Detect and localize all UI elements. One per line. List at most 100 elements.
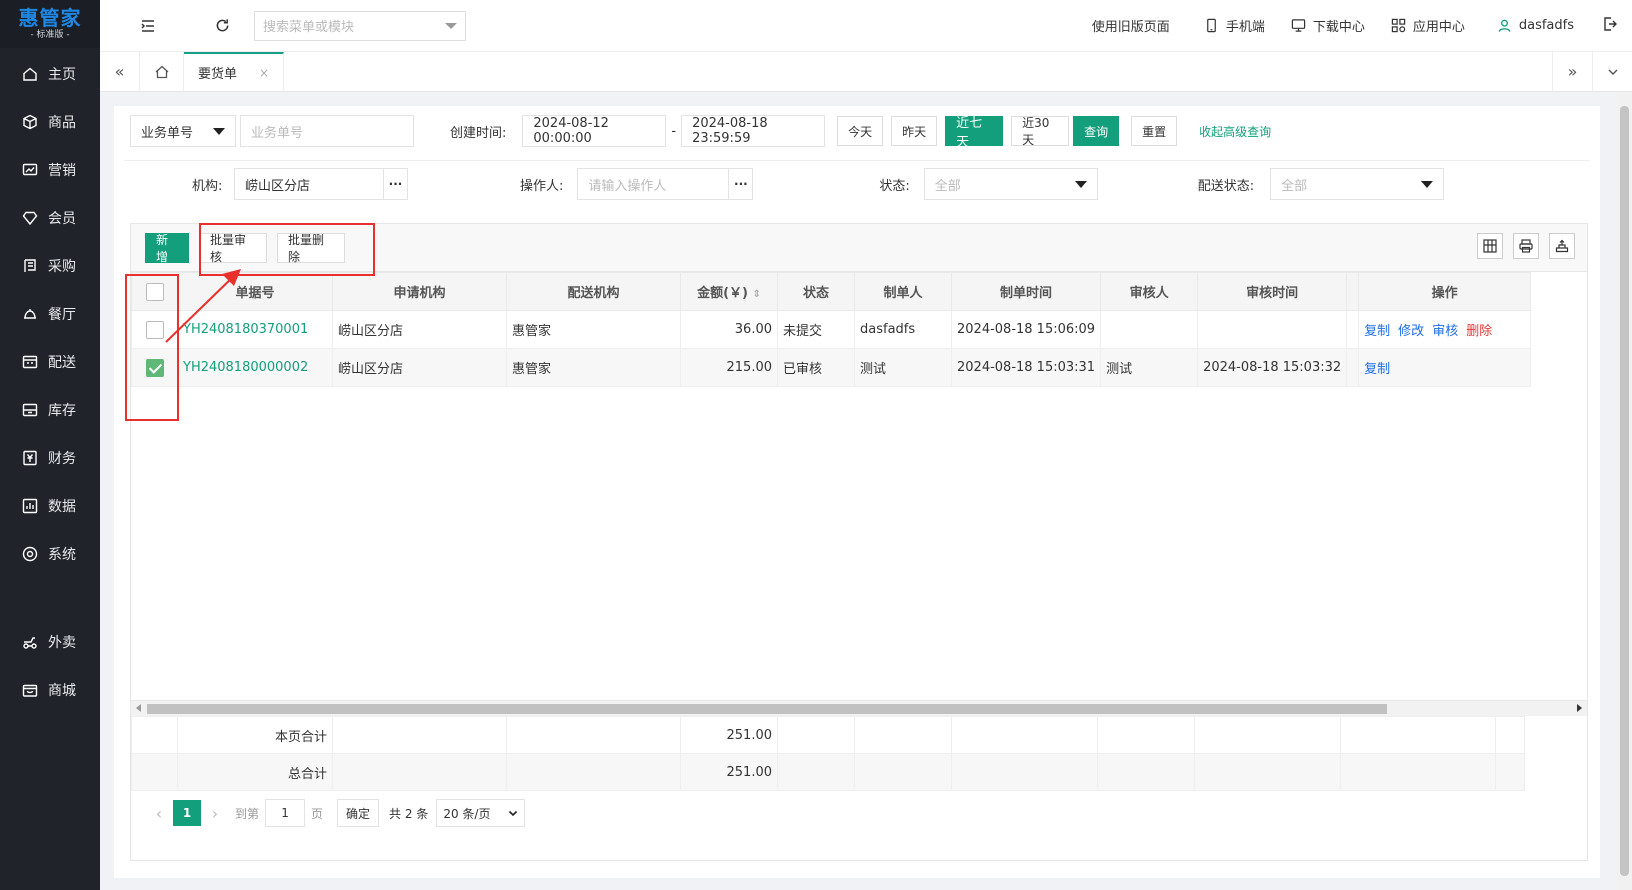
col-approved-time[interactable]: 审核时间 (1197, 272, 1348, 311)
current-page[interactable]: 1 (173, 800, 201, 826)
chevron-down-icon (1074, 180, 1087, 188)
col-apply-org[interactable]: 申请机构 (332, 272, 507, 311)
sidebar-item-member[interactable]: 会员 (0, 194, 100, 242)
tab-scroll-left-icon[interactable]: « (100, 52, 140, 91)
delivery-org-cell: 惠管家 (506, 310, 681, 349)
last-30-days-button[interactable]: 近30天 (1011, 116, 1070, 147)
creator-cell: dasfadfs (854, 310, 952, 349)
sidebar-item-delivery[interactable]: 配送 (0, 338, 100, 386)
delete-link[interactable]: 删除 (1466, 324, 1492, 339)
download-center-link[interactable]: 下载中心 (1291, 16, 1365, 35)
sidebar-item-takeout[interactable]: 外卖 (0, 618, 100, 666)
prev-page-icon[interactable]: ‹ (145, 804, 173, 823)
summary-table: 本页合计 251.00 总合计 251.00 (131, 716, 1525, 791)
today-button[interactable]: 今天 (837, 116, 884, 146)
page-vertical-scrollbar[interactable] (1617, 92, 1632, 890)
org-input[interactable]: 崂山区分店 (234, 168, 384, 200)
close-icon[interactable]: × (259, 66, 269, 80)
sidebar-item-restaurant[interactable]: 餐厅 (0, 290, 100, 338)
org-picker-button[interactable]: ··· (384, 168, 408, 200)
home-icon (155, 65, 168, 78)
sidebar-item-marketing[interactable]: 营销 (0, 146, 100, 194)
sidebar-item-label: 餐厅 (48, 307, 76, 323)
sidebar-item-mall[interactable]: 商城 (0, 666, 100, 714)
doc-number-input[interactable]: 业务单号 (240, 115, 414, 147)
menu-toggle-icon[interactable] (128, 6, 168, 46)
next-page-icon[interactable]: › (201, 804, 229, 823)
print-icon[interactable] (1513, 233, 1539, 259)
sidebar-item-system[interactable]: 系统 (0, 530, 100, 578)
page-size-value: 20 条/页 (443, 806, 491, 821)
col-approver[interactable]: 审核人 (1100, 272, 1199, 311)
doc-number-link[interactable]: YH2408180000002 (183, 360, 308, 375)
chart-icon (22, 162, 38, 178)
menu-search-select[interactable]: 搜索菜单或模块 (254, 10, 466, 41)
app-center-link[interactable]: 应用中心 (1391, 16, 1465, 35)
sidebar-item-finance[interactable]: 财务 (0, 434, 100, 482)
date-end-input[interactable]: 2024-08-18 23:59:59 (681, 115, 826, 147)
goto-page-input[interactable]: 1 (265, 799, 306, 827)
export-icon[interactable] (1549, 233, 1575, 259)
col-amount[interactable]: 金额(￥) ⇕ (680, 272, 778, 311)
status-select[interactable]: 全部 (923, 168, 1098, 200)
logout-icon[interactable] (1602, 16, 1618, 36)
mall-icon (22, 682, 38, 698)
col-status[interactable]: 状态 (777, 272, 855, 311)
sort-icon[interactable]: ⇕ (753, 289, 761, 300)
filter-divider (124, 160, 1590, 161)
page-scrollbar-thumb[interactable] (1620, 106, 1629, 876)
mobile-link[interactable]: 手机端 (1204, 16, 1265, 35)
col-creator[interactable]: 制单人 (854, 272, 952, 311)
operator-picker-button[interactable]: ··· (729, 168, 754, 200)
scroll-left-icon[interactable] (136, 704, 141, 712)
copy-link[interactable]: 复制 (1364, 324, 1390, 339)
tab-requisition[interactable]: 要货单 × (184, 52, 285, 91)
approver-cell (1100, 310, 1199, 349)
summary-empty-cell (1495, 753, 1525, 791)
horizontal-scrollbar[interactable] (131, 700, 1587, 716)
sidebar-item-purchase[interactable]: 采购 (0, 242, 100, 290)
date-start-input[interactable]: 2024-08-12 00:00:00 (522, 115, 667, 147)
last-7-days-button[interactable]: 近七天 (945, 116, 1004, 150)
tab-home[interactable] (140, 52, 184, 91)
edit-link[interactable]: 修改 (1398, 324, 1424, 339)
confirm-page-button[interactable]: 确定 (337, 799, 380, 827)
sidebar-item-label: 营销 (48, 163, 76, 179)
grand-total-value: 251.00 (680, 753, 778, 791)
collapse-advanced-link[interactable]: 收起高级查询 (1199, 123, 1271, 140)
delivery-status-select-value: 全部 (1281, 178, 1308, 194)
scroll-right-icon[interactable] (1577, 704, 1582, 712)
approve-link[interactable]: 审核 (1432, 324, 1458, 339)
sidebar-item-data[interactable]: 数据 (0, 482, 100, 530)
user-menu[interactable]: dasfadfs (1497, 18, 1574, 33)
page-size-select[interactable]: 20 条/页 (436, 799, 526, 827)
chevron-down-icon[interactable] (1592, 52, 1632, 91)
delivery-status-label: 配送状态: (1197, 178, 1255, 194)
old-page-link[interactable]: 使用旧版页面 (1092, 16, 1170, 35)
copy-link[interactable]: 复制 (1364, 362, 1390, 377)
summary-empty-cell (506, 716, 681, 754)
delivery-status-select[interactable]: 全部 (1270, 168, 1445, 200)
monitor-icon (1291, 19, 1306, 32)
col-created-time[interactable]: 制单时间 (950, 272, 1102, 311)
scrollbar-thumb[interactable] (147, 704, 1387, 714)
sidebar-item-home[interactable]: 主页 (0, 50, 100, 98)
columns-icon[interactable] (1477, 233, 1503, 259)
summary-empty-cell (1097, 716, 1195, 754)
field-select[interactable]: 业务单号 (130, 115, 236, 147)
col-delivery-org[interactable]: 配送机构 (506, 272, 681, 311)
reset-button[interactable]: 重置 (1131, 116, 1178, 146)
sidebar-item-goods[interactable]: 商品 (0, 98, 100, 146)
summary-empty-cell (131, 753, 178, 791)
approver-cell: 测试 (1100, 348, 1199, 387)
logo[interactable]: 惠管家 - 标准版 - (0, 0, 100, 48)
yesterday-button[interactable]: 昨天 (891, 116, 938, 146)
refresh-icon[interactable] (202, 6, 242, 46)
table-row[interactable]: YH2408180000002 崂山区分店 惠管家 215.00 已审核 测试 … (131, 348, 1532, 387)
chevron-down-icon (1421, 180, 1434, 188)
query-button[interactable]: 查询 (1073, 116, 1120, 146)
operator-input[interactable]: 请输入操作人 (577, 168, 730, 200)
sidebar-item-inventory[interactable]: 库存 (0, 386, 100, 434)
tab-scroll-right-icon[interactable]: » (1552, 52, 1592, 91)
table-row[interactable]: YH2408180370001 崂山区分店 惠管家 36.00 未提交 dasf… (131, 310, 1532, 349)
